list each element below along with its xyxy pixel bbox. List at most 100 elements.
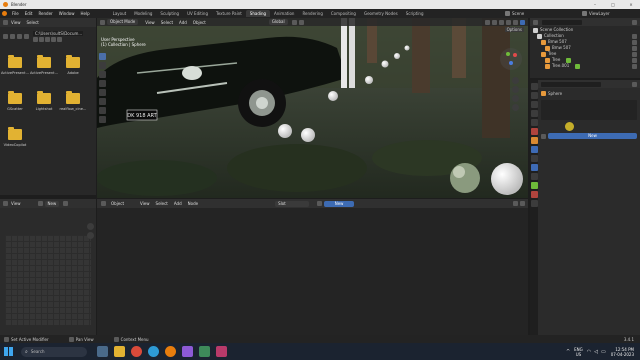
blender-taskbar-icon[interactable] — [165, 346, 176, 357]
measure-tool-icon[interactable] — [99, 116, 106, 123]
material-browse-icon[interactable] — [541, 133, 546, 139]
world-tab-icon[interactable] — [530, 128, 538, 135]
hidden-files-icon[interactable] — [57, 36, 62, 42]
node-node-menu[interactable]: Node — [185, 201, 201, 206]
visibility-eye-icon[interactable] — [632, 45, 637, 51]
outliner-filter-icon[interactable] — [632, 19, 637, 25]
display-mode-icon[interactable] — [33, 36, 38, 42]
folder-item[interactable]: realflow_cine... — [60, 91, 86, 111]
tab-layout[interactable]: Layout — [109, 10, 131, 17]
node-shader-type[interactable]: Object — [108, 201, 127, 206]
view-layer-selector[interactable]: ViewLayer — [589, 11, 610, 16]
camera-icon[interactable] — [512, 95, 519, 102]
node-editor-canvas[interactable] — [97, 208, 528, 335]
node-view-menu[interactable]: View — [137, 201, 153, 206]
parent-folder-icon[interactable] — [17, 33, 22, 39]
scene-selector[interactable]: Scene — [512, 11, 552, 16]
close-button[interactable]: × — [622, 2, 640, 7]
task-view-icon[interactable] — [97, 346, 108, 357]
filter-icon[interactable] — [45, 36, 50, 42]
tab-shading[interactable]: Shading — [245, 10, 271, 17]
search-icon[interactable] — [51, 36, 56, 42]
visibility-eye-icon[interactable] — [632, 51, 637, 57]
annotate-tool-icon[interactable] — [99, 107, 106, 114]
image-browse-icon[interactable] — [37, 201, 43, 206]
file-explorer-icon[interactable] — [114, 346, 125, 357]
3d-viewport[interactable]: DK 918 ART Object Mode View Select Add O… — [97, 18, 528, 198]
properties-pin-icon[interactable] — [632, 81, 637, 87]
visibility-eye-icon[interactable] — [632, 39, 637, 45]
taskbar-search-box[interactable]: ⌕ Search — [21, 346, 87, 357]
forward-icon[interactable] — [10, 33, 15, 39]
shading-rendered-icon[interactable] — [520, 19, 525, 25]
object-tab-icon[interactable] — [530, 137, 538, 144]
material-slot-list[interactable] — [541, 100, 637, 120]
folder-item[interactable]: Adobe — [63, 55, 83, 75]
editor-type-icon[interactable] — [101, 201, 106, 206]
viewport-object-menu[interactable]: Object — [190, 20, 209, 25]
viewport-select-menu[interactable]: Select — [158, 20, 176, 25]
editor-type-icon[interactable] — [533, 19, 538, 25]
edge-icon[interactable] — [148, 346, 159, 357]
maximize-button[interactable]: □ — [604, 2, 622, 7]
tab-texture-paint[interactable]: Texture Paint — [212, 10, 246, 17]
folder-item[interactable]: Lightshot — [34, 91, 54, 111]
tab-compositing[interactable]: Compositing — [327, 10, 360, 17]
battery-icon[interactable]: ▭ — [601, 349, 606, 355]
tab-modeling[interactable]: Modeling — [130, 10, 156, 17]
file-view-menu[interactable]: View — [8, 20, 24, 25]
options-button[interactable]: Options — [504, 27, 524, 32]
node-add-menu[interactable]: Add — [171, 201, 185, 206]
folder-item[interactable]: GScatter — [5, 91, 25, 111]
visibility-eye-icon[interactable] — [632, 63, 637, 69]
menu-help[interactable]: Help — [77, 11, 92, 16]
render-tab-icon[interactable] — [530, 92, 538, 99]
move-tool-icon[interactable] — [99, 71, 106, 78]
app-icon[interactable] — [216, 346, 227, 357]
outliner-search-icon[interactable] — [542, 19, 582, 25]
refresh-icon[interactable] — [24, 33, 29, 39]
pan-hand-icon[interactable] — [512, 86, 519, 93]
node-pin-icon[interactable] — [513, 201, 518, 206]
tool-tab-icon[interactable] — [530, 83, 538, 90]
app-icon[interactable] — [199, 346, 210, 357]
material-slot-selector[interactable]: Slot — [275, 200, 310, 207]
scene-tab-icon[interactable] — [530, 119, 538, 126]
outliner-row[interactable]: Tree.001 — [533, 63, 637, 69]
editor-type-icon[interactable] — [100, 19, 105, 25]
zoom-icon[interactable] — [512, 77, 519, 84]
snap-icon[interactable] — [291, 19, 297, 25]
image-new-button[interactable]: New — [44, 200, 60, 207]
properties-search-icon[interactable] — [541, 81, 601, 87]
proportional-edit-icon[interactable] — [298, 19, 304, 25]
folder-item[interactable]: VideoCopilot — [4, 127, 26, 147]
sort-icon[interactable] — [39, 36, 44, 42]
particles-tab-icon[interactable] — [530, 155, 538, 162]
rotate-tool-icon[interactable] — [99, 80, 106, 87]
tab-geometry-nodes[interactable]: Geometry Nodes — [360, 10, 402, 17]
blender-menu-icon[interactable] — [2, 11, 7, 16]
pin-icon[interactable] — [63, 201, 69, 206]
minimize-button[interactable]: – — [586, 2, 604, 7]
app-icon[interactable] — [182, 346, 193, 357]
view-layer-tab-icon[interactable] — [530, 110, 538, 117]
menu-file[interactable]: File — [9, 11, 22, 16]
overlay-icon[interactable] — [499, 19, 504, 25]
transform-orientation[interactable]: Global — [268, 19, 288, 25]
viewport-add-menu[interactable]: Add — [176, 20, 190, 25]
xray-icon[interactable] — [506, 19, 511, 25]
file-path-field[interactable]: C:\Users\sultS\Docum... — [33, 30, 83, 36]
properties-new-material-button[interactable]: New — [548, 133, 637, 139]
mode-selector[interactable]: Object Mode — [107, 19, 139, 25]
data-tab-icon[interactable] — [530, 182, 538, 189]
node-select-menu[interactable]: Select — [153, 201, 171, 206]
volume-icon[interactable]: ◁ — [594, 349, 598, 355]
ortho-grid-icon[interactable] — [512, 104, 519, 111]
viewport-view-menu[interactable]: View — [142, 20, 158, 25]
image-view-menu[interactable]: View — [8, 201, 24, 206]
select-tool-icon[interactable] — [99, 53, 106, 60]
tray-chevron-icon[interactable]: ^ — [566, 349, 570, 355]
shading-solid-icon[interactable] — [513, 19, 518, 25]
transform-tool-icon[interactable] — [99, 98, 106, 105]
image-zoom-icon[interactable] — [87, 223, 94, 230]
